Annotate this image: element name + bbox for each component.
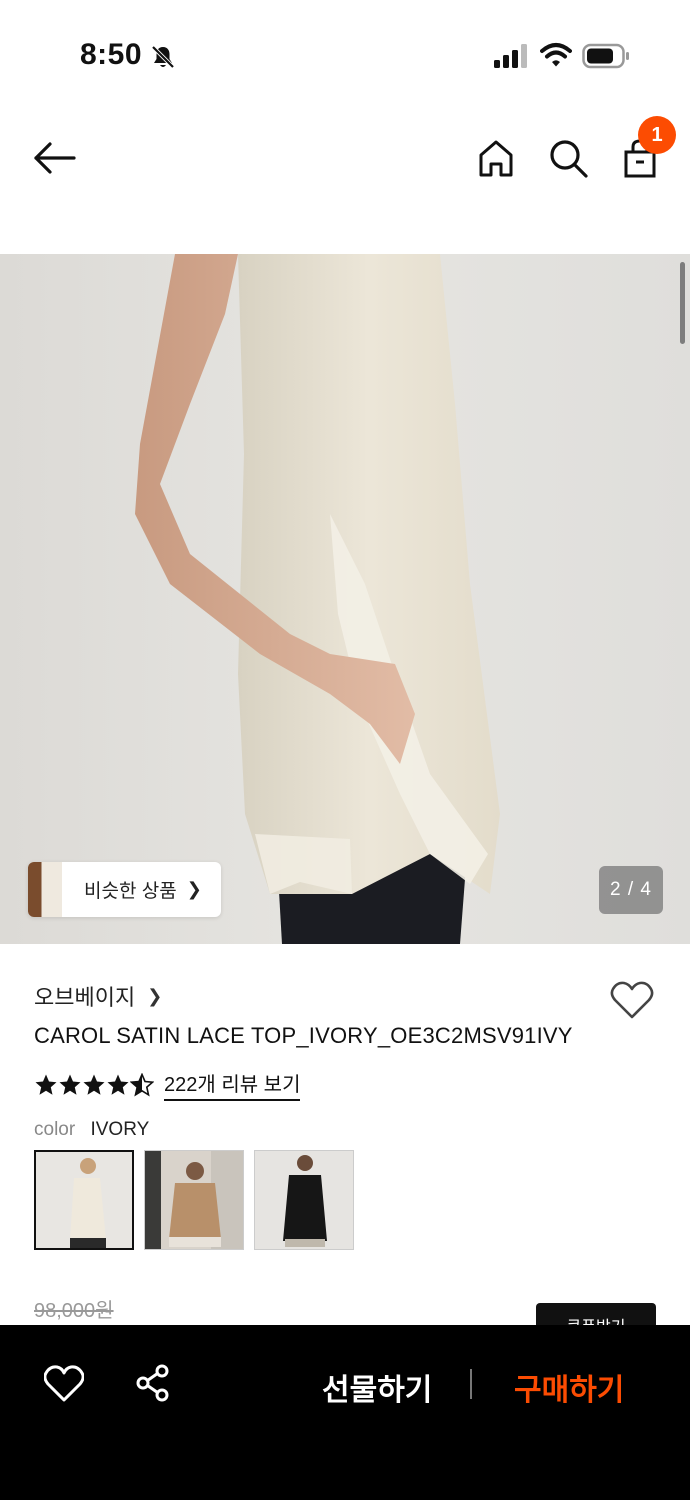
product-title: CAROL SATIN LACE TOP_IVORY_OE3C2MSV91IVY <box>34 1023 573 1048</box>
star-filled-icon <box>35 1074 57 1095</box>
rating-stars <box>34 1072 154 1097</box>
product-image[interactable] <box>0 254 690 944</box>
image-scroll-indicator <box>680 262 685 344</box>
color-swatches <box>34 1150 354 1250</box>
gift-button[interactable]: 선물하기 <box>322 1365 432 1409</box>
similar-products-button[interactable]: 비슷한 상품 ❯ <box>28 862 221 917</box>
wifi-icon <box>540 43 572 67</box>
battery-icon <box>582 43 629 69</box>
similar-products-label: 비슷한 상품 <box>84 881 177 902</box>
rating-row: 222개 리뷰 보기 <box>34 1068 301 1101</box>
star-filled-icon <box>83 1074 105 1095</box>
color-value: IVORY <box>90 1119 150 1140</box>
color-swatch-brown[interactable] <box>144 1150 244 1250</box>
buy-button[interactable]: 구매하기 <box>514 1365 624 1409</box>
chevron-right-icon: ❯ <box>147 985 163 1006</box>
swatch-photo <box>145 1151 243 1249</box>
bottom-bar-divider <box>470 1369 472 1399</box>
home-icon[interactable] <box>474 136 518 180</box>
similar-product-thumbnail <box>28 862 62 917</box>
search-icon[interactable] <box>546 136 590 180</box>
share-icon[interactable] <box>134 1363 172 1403</box>
status-bar: 8:50 <box>0 0 690 112</box>
swatch-photo <box>36 1152 132 1248</box>
color-label: color <box>34 1119 76 1140</box>
bottom-action-bar: 선물하기 구매하기 <box>0 1325 690 1500</box>
star-filled-icon <box>59 1074 81 1095</box>
cart-count-badge: 1 <box>638 116 676 154</box>
star-half-icon <box>130 1072 154 1096</box>
product-photo <box>0 254 690 944</box>
bell-slash-icon <box>151 45 175 69</box>
back-arrow-icon[interactable] <box>30 138 80 178</box>
image-page-counter: 2 / 4 <box>599 866 663 914</box>
color-option-row: color IVORY <box>34 1119 149 1141</box>
color-swatch-ivory[interactable] <box>34 1150 134 1250</box>
wishlist-heart-icon[interactable] <box>610 980 654 1020</box>
brand-link[interactable]: 오브베이지 ❯ <box>34 980 162 1012</box>
brand-name: 오브베이지 <box>34 985 136 1010</box>
cellular-signal-icon <box>494 44 527 68</box>
chevron-right-icon: ❯ <box>186 879 202 899</box>
original-price: 98,000원 <box>34 1300 114 1322</box>
swatch-photo <box>255 1151 353 1249</box>
heart-outline-icon[interactable] <box>44 1365 84 1403</box>
color-swatch-black[interactable] <box>254 1150 354 1250</box>
nav-header <box>0 112 690 222</box>
status-time: 8:50 <box>80 38 143 71</box>
review-link[interactable]: 222개 리뷰 보기 <box>164 1068 301 1101</box>
star-filled-icon <box>107 1074 129 1095</box>
